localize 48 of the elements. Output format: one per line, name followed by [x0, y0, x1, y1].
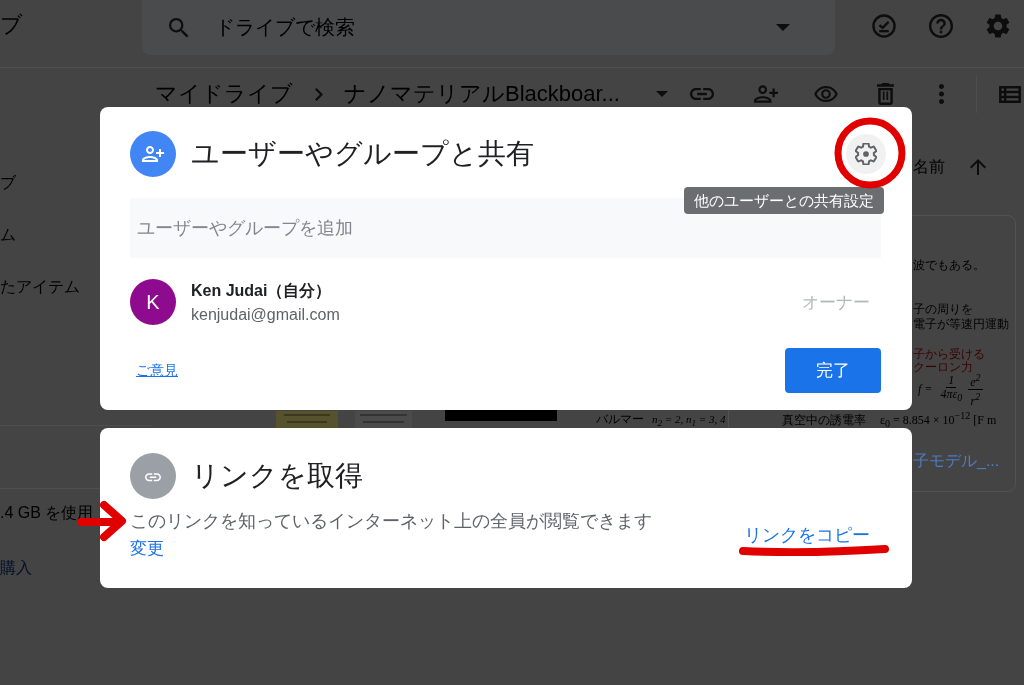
- search-field[interactable]: ドライブで検索: [215, 13, 764, 42]
- preview-text: 真空中の誘電率: [782, 413, 866, 427]
- hand-drawn-circle: [834, 117, 906, 189]
- dialog-title: ユーザーやグループと共有: [191, 137, 534, 171]
- settings-button[interactable]: [846, 134, 886, 174]
- sort-label[interactable]: 名前: [913, 157, 945, 177]
- buy-storage-link[interactable]: 購入: [0, 558, 32, 578]
- link-icon[interactable]: [690, 88, 714, 100]
- help-icon[interactable]: [929, 14, 953, 38]
- done-button[interactable]: 完了: [785, 348, 881, 393]
- slide-thumbnail-drawing: [276, 411, 338, 428]
- settings-icon[interactable]: [986, 14, 1010, 38]
- copy-link[interactable]: リンクをコピー: [744, 522, 870, 547]
- sidebar-item[interactable]: ム: [0, 225, 16, 245]
- preview-text: 波でもある。: [913, 258, 985, 272]
- dropdown-caret-icon[interactable]: [776, 24, 790, 31]
- check-circle-icon[interactable]: [872, 14, 896, 38]
- preview-text: 子の周りを 電子が等速円運動: [913, 302, 1009, 332]
- eye-icon[interactable]: [814, 86, 838, 102]
- change-link[interactable]: 変更: [130, 538, 164, 560]
- role-label: オーナー: [802, 291, 870, 314]
- arrow-up-icon[interactable]: [970, 159, 986, 175]
- search-icon[interactable]: [169, 17, 189, 38]
- settings-icon: [855, 143, 877, 165]
- trash-icon[interactable]: [877, 83, 894, 105]
- sidebar-item[interactable]: たアイテム: [0, 277, 80, 297]
- chevron-right-icon: [315, 87, 323, 101]
- folder-title[interactable]: ナノマテリアルBlackboar...: [344, 82, 620, 106]
- list-view-icon[interactable]: [999, 85, 1021, 103]
- person-email: kenjudai@gmail.com: [191, 304, 340, 325]
- sidebar-item[interactable]: ブ: [0, 173, 16, 193]
- more-options-icon[interactable]: [939, 84, 944, 104]
- person-add-icon: [130, 131, 176, 177]
- breadcrumb-link[interactable]: マイドライブ: [155, 82, 293, 106]
- slide-thumbnail-drawing: [355, 411, 412, 428]
- feedback-link[interactable]: ご意見: [136, 361, 178, 380]
- dialog-title: リンクを取得: [191, 459, 363, 493]
- app-name-text: ブ: [0, 11, 23, 39]
- link-access-text: このリンクを知っているインターネット上の全員が閲覧できます: [130, 510, 652, 533]
- link-icon: [130, 453, 176, 499]
- dropdown-caret-icon[interactable]: [655, 91, 668, 97]
- search-bar[interactable]: ドライブで検索: [142, 0, 835, 55]
- preview-text: バルマー: [596, 412, 644, 426]
- tooltip: 他のユーザーとの共有設定: [684, 187, 884, 214]
- avatar: K: [130, 279, 176, 325]
- file-name[interactable]: 子モデル_...: [913, 451, 1000, 471]
- person-name: Ken Judai（自分）: [191, 280, 333, 301]
- person-add-icon[interactable]: [754, 85, 778, 103]
